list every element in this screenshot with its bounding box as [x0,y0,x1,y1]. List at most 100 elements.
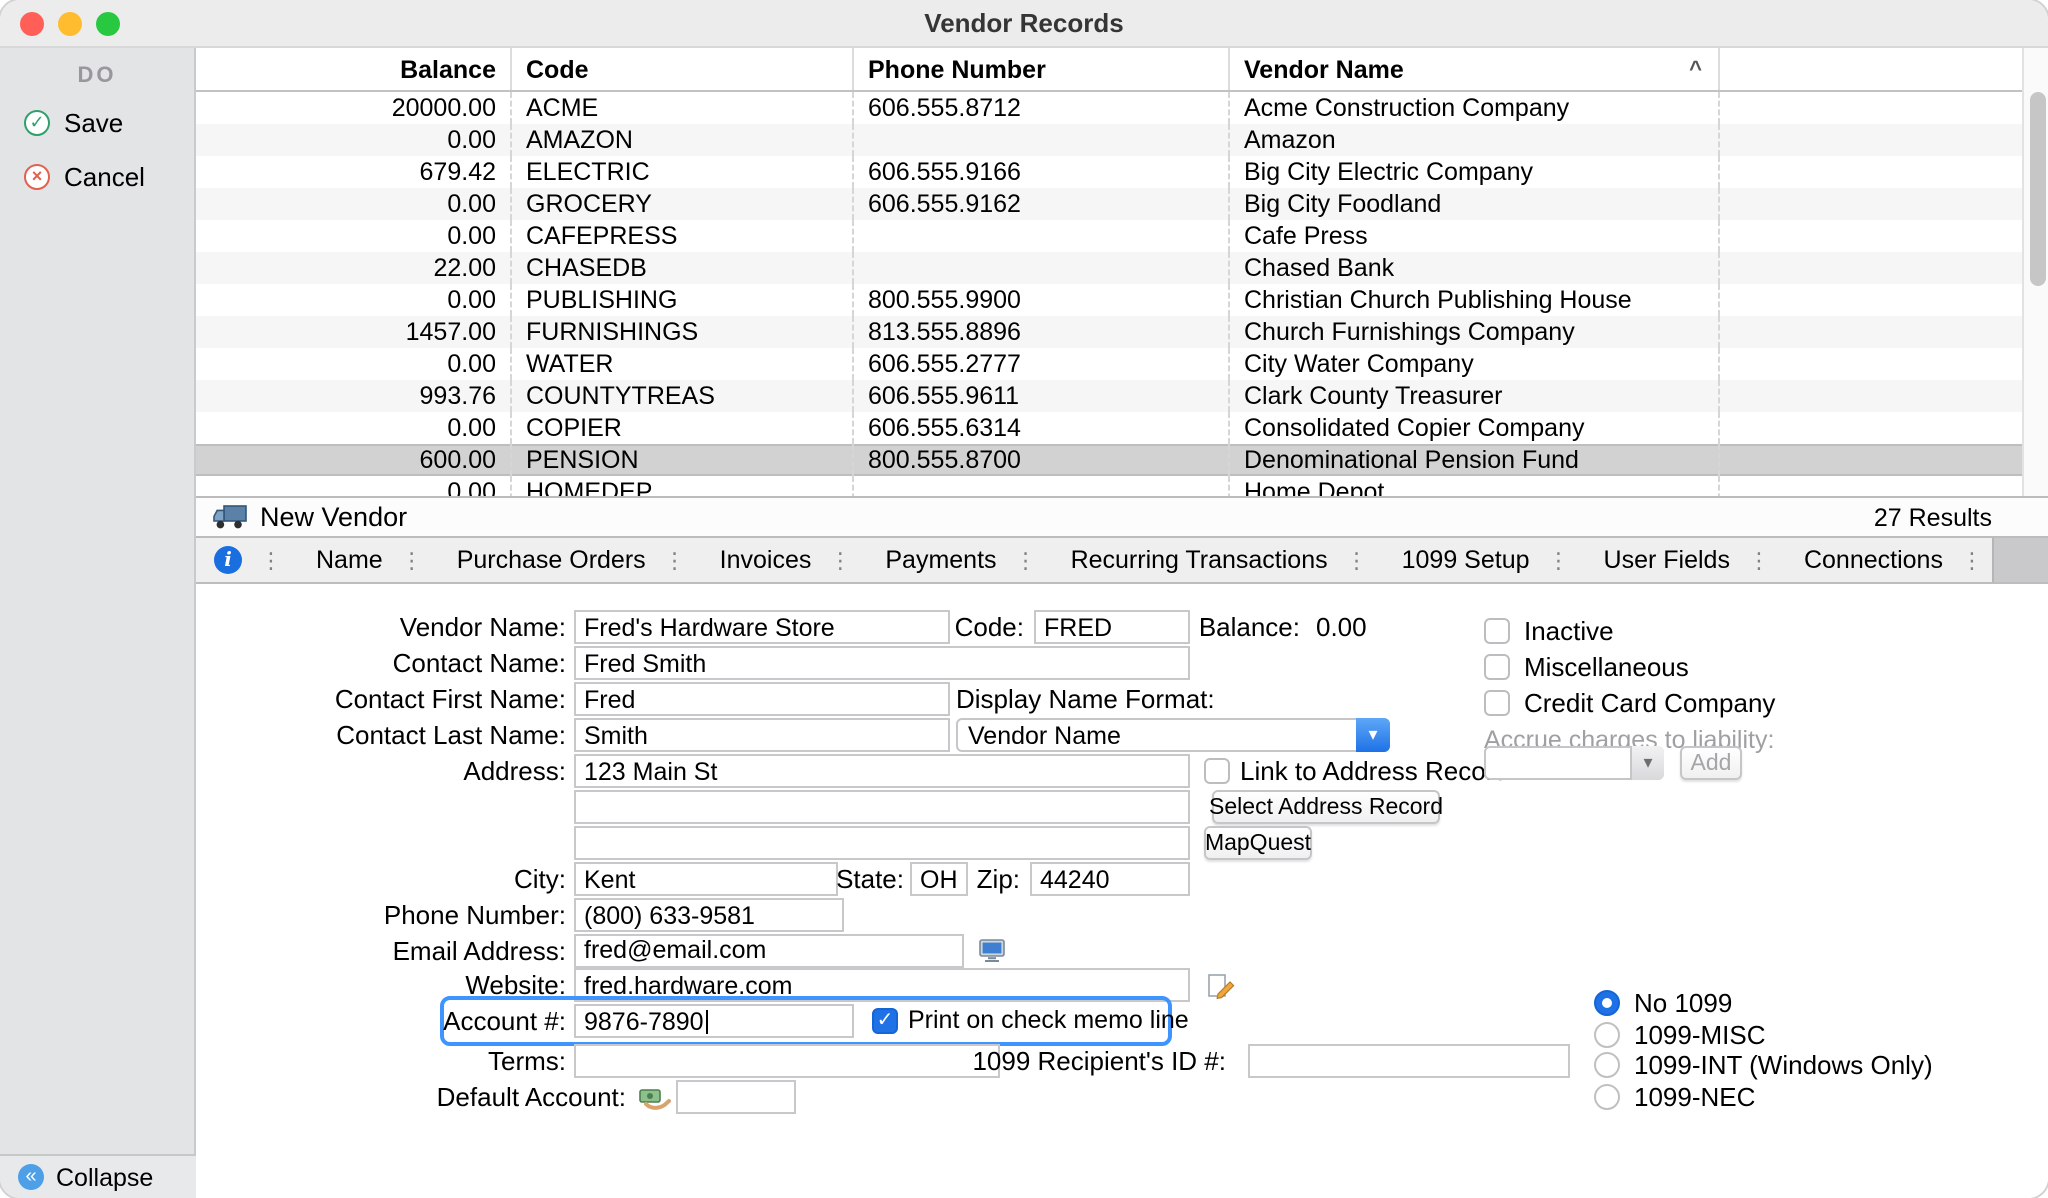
add-liability-button[interactable]: Add [1680,746,1742,780]
recipient-id-input[interactable] [1248,1044,1570,1078]
checkbox[interactable] [1484,654,1510,680]
website-input[interactable]: fred.hardware.com [574,968,1190,1002]
table-row[interactable]: 0.00GROCERY606.555.9162Big City Foodland [196,188,2048,220]
row-balance: 0.00 [196,284,510,316]
tab-label: Connections [1804,546,1943,574]
contact-last-name-input[interactable]: Smith [574,718,950,752]
table-row[interactable]: 0.00CAFEPRESSCafe Press [196,220,2048,252]
chevron-down-icon[interactable]: ▾ [1630,746,1664,780]
website-edit-icon[interactable] [1206,971,1236,999]
tab-invoices[interactable]: Invoices⋮ [696,538,862,582]
code-input[interactable]: FRED [1034,610,1190,644]
table-row[interactable]: 0.00HOMEDEPHome Depot [196,476,2048,496]
tab-menu-dots-icon[interactable]: ⋮ [829,547,851,573]
address-line2-input[interactable] [574,790,1190,824]
row-code: AMAZON [510,124,852,156]
table-row[interactable]: 679.42ELECTRIC606.555.9166Big City Elect… [196,156,2048,188]
tab-menu-dots-icon[interactable]: ⋮ [1548,547,1570,573]
account-number-input[interactable]: 9876-7890 [574,1004,854,1038]
table-row[interactable]: 0.00AMAZONAmazon [196,124,2048,156]
close-window-button[interactable] [20,12,44,36]
table-row[interactable]: 600.00PENSION800.555.8700Denominational … [196,444,2048,476]
tab-info[interactable]: i ⋮ [196,538,292,582]
column-header-code[interactable]: Code [510,48,852,90]
table-row[interactable]: 0.00WATER606.555.2777City Water Company [196,348,2048,380]
tab-1099-setup[interactable]: 1099 Setup ⋮ [1378,538,1580,582]
tab-menu-dots-icon[interactable]: ⋮ [1346,547,1368,573]
radio-1099-misc[interactable]: 1099-MISC [1594,1017,1766,1051]
checkbox-label: Credit Card Company [1524,688,1775,718]
accrue-liability-select[interactable]: ▾ [1484,746,1664,780]
tab-recurring-transactions[interactable]: Recurring Transactions⋮ [1047,538,1378,582]
tab-label: 1099 Setup [1402,546,1530,574]
radio-button[interactable] [1594,1021,1620,1047]
default-account-lookup-icon[interactable] [638,1083,672,1111]
tab-menu-dots-icon[interactable]: ⋮ [1015,547,1037,573]
checkbox[interactable] [1484,618,1510,644]
vendor-name-input[interactable]: Fred's Hardware Store [574,610,950,644]
tab-connections[interactable]: Connections ⋮ [1780,538,1993,582]
save-button[interactable]: ✓ Save [0,102,194,142]
minimize-window-button[interactable] [58,12,82,36]
scrollbar-thumb[interactable] [2029,92,2045,286]
tab-menu-dots-icon[interactable]: ⋮ [664,547,686,573]
tab-purchase-orders[interactable]: Purchase Orders⋮ [433,538,696,582]
radio-no-1099[interactable]: No 1099 [1594,986,1732,1020]
table-row[interactable]: 993.76COUNTYTREAS606.555.9611Clark Count… [196,380,2048,412]
table-row[interactable]: 1457.00FURNISHINGS813.555.8896Church Fur… [196,316,2048,348]
tab-menu-dots-icon[interactable]: ⋮ [260,547,282,573]
row-vendor-name: Denominational Pension Fund [1228,444,1718,476]
input-text: 9876-7890 [584,1007,704,1035]
radio-button[interactable] [1594,1052,1620,1078]
default-account-input[interactable] [676,1080,796,1114]
mapquest-button[interactable]: MapQuest [1204,826,1312,860]
sidebar: DO ✓ Save × Cancel « Collapse [0,48,196,1198]
checkbox[interactable] [1484,690,1510,716]
display-name-format-select[interactable]: Vendor Name ▾ [956,718,1390,752]
address-line1-input[interactable]: 123 Main St [574,754,1190,788]
table-row[interactable]: 20000.00ACME606.555.8712Acme Constructio… [196,92,2048,124]
contact-first-name-input[interactable]: Fred [574,682,950,716]
email-icon[interactable] [978,936,1006,964]
print-on-memo-checkbox[interactable]: ✓ [872,1008,898,1034]
flag-credit-card-company[interactable]: Credit Card Company [1484,686,1775,720]
phone-number-input[interactable]: (800) 633-9581 [574,898,844,932]
table-row[interactable]: 22.00CHASEDBChased Bank [196,252,2048,284]
tab-user-fields[interactable]: User Fields⋮ [1580,538,1780,582]
email-address-input[interactable]: fred@email.com [574,933,964,967]
cancel-button[interactable]: × Cancel [0,156,194,196]
contact-name-input[interactable]: Fred Smith [574,646,1190,680]
tab-menu-dots-icon[interactable]: ⋮ [401,547,423,573]
vertical-scrollbar[interactable] [2022,48,2048,496]
address-line3-input[interactable] [574,826,1190,860]
tab-strip: i ⋮ Name⋮Purchase Orders⋮Invoices⋮Paymen… [196,538,2048,584]
tab-menu-dots-icon[interactable]: ⋮ [1961,547,1983,573]
table-row[interactable]: 0.00COPIER606.555.6314Consolidated Copie… [196,412,2048,444]
radio-1099-int-windows-only[interactable]: 1099-INT (Windows Only) [1594,1048,1933,1082]
tab-name[interactable]: Name⋮ [292,538,433,582]
radio-button[interactable] [1594,1084,1620,1110]
radio-button[interactable] [1594,990,1620,1016]
select-address-record-button[interactable]: Select Address Record [1212,790,1440,824]
terms-input[interactable] [574,1044,1000,1078]
tab-payments[interactable]: Payments⋮ [861,538,1046,582]
radio-1099-nec[interactable]: 1099-NEC [1594,1080,1755,1114]
row-balance: 22.00 [196,252,510,284]
row-phone [852,476,1228,496]
tab-menu-dots-icon[interactable]: ⋮ [1748,547,1770,573]
row-extra [1718,284,2048,316]
column-header-phone-number[interactable]: Phone Number [852,48,1228,90]
chevron-down-icon[interactable]: ▾ [1356,718,1390,752]
link-to-address-checkbox[interactable] [1204,758,1230,784]
row-vendor-name: Christian Church Publishing House [1228,284,1718,316]
column-header-vendor-name[interactable]: Vendor Name ^ [1228,48,1718,90]
account-number-label: Account #: [196,1004,566,1038]
row-phone: 606.555.9166 [852,156,1228,188]
flag-miscellaneous[interactable]: Miscellaneous [1484,650,1689,684]
collapse-sidebar-button[interactable]: « Collapse [0,1154,196,1198]
flag-inactive[interactable]: Inactive [1484,614,1614,648]
column-header-balance[interactable]: Balance [196,48,510,90]
table-row[interactable]: 0.00PUBLISHING800.555.9900Christian Chur… [196,284,2048,316]
zip-input[interactable]: 44240 [1030,862,1190,896]
zoom-window-button[interactable] [96,12,120,36]
